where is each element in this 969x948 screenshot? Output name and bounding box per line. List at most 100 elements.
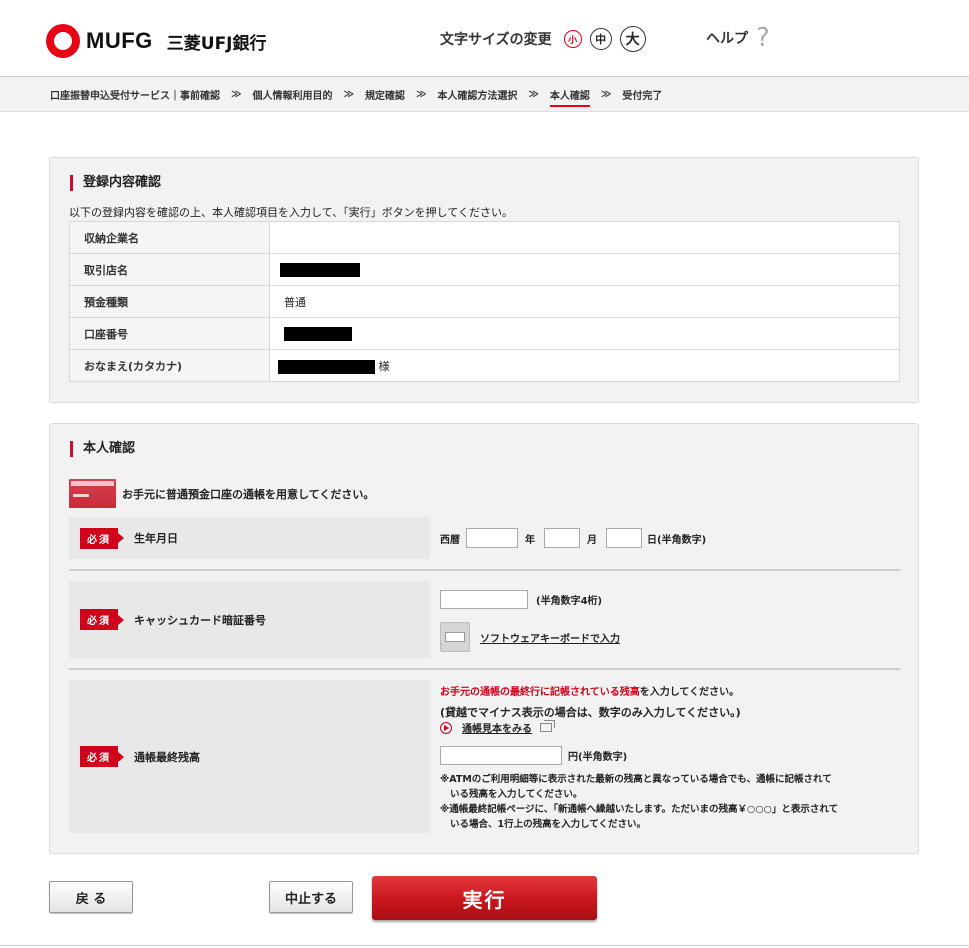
back-button[interactable]: 戻 る bbox=[49, 881, 133, 913]
balance-note-atm: ※ATMのご利用明細等に表示された最新の残高と異なっている場合でも、通帳に記帳さ… bbox=[440, 772, 900, 802]
pin-input[interactable] bbox=[440, 590, 528, 609]
font-size-label: 文字サイズの変更 bbox=[440, 32, 552, 48]
breadcrumb-item-terms: 規定確認 bbox=[364, 90, 405, 102]
birthdate-label: 生年月日 bbox=[134, 532, 178, 545]
row-value-account-type: 普通 bbox=[269, 285, 900, 318]
table-row: 収納企業名 bbox=[69, 221, 900, 254]
breadcrumb-item-method: 本人確認方法選択 bbox=[437, 90, 518, 102]
birth-day-input[interactable] bbox=[606, 528, 642, 548]
font-size-large-button[interactable]: 大 bbox=[619, 26, 646, 52]
required-badge: 必須 bbox=[80, 527, 124, 549]
pin-row: 必須 キャッシュカード暗証番号 (半角数字4桁) ソフトウェアキーボードで入力 bbox=[69, 581, 900, 658]
redacted-block bbox=[280, 262, 360, 277]
passbook-note: お手元に普通預金口座の通帳を用意してください。 bbox=[122, 487, 375, 501]
row-label-company: 収納企業名 bbox=[69, 221, 270, 254]
help-label: ヘルプ bbox=[706, 31, 748, 47]
bank-name: 三菱UFJ銀行 bbox=[166, 33, 267, 54]
keyboard-icon[interactable] bbox=[440, 622, 470, 652]
breadcrumb: 口座振替申込受付サービス｜事前確認 ≫ 個人情報利用目的 ≫ 規定確認 ≫ 本人… bbox=[0, 76, 969, 112]
passbook-notice: お手元に普通預金口座の通帳を用意してください。 bbox=[69, 479, 374, 508]
day-unit: 日(半角数字) bbox=[647, 534, 707, 546]
breadcrumb-separator-icon: ≫ bbox=[231, 88, 242, 100]
passbook-image-icon bbox=[69, 479, 116, 508]
row-value-account-number bbox=[269, 317, 900, 350]
birthdate-inputs: 西暦 年 月 日(半角数字) bbox=[440, 517, 900, 559]
birth-year-input[interactable] bbox=[466, 528, 518, 548]
breadcrumb-item-identity-current: 本人確認 bbox=[549, 87, 590, 107]
row-value-branch bbox=[269, 253, 900, 286]
divider bbox=[69, 668, 900, 670]
registration-panel: 登録内容確認 以下の登録内容を確認の上、本人確認項目を入力して、「実行」ボタンを… bbox=[49, 157, 919, 403]
redacted-block bbox=[278, 359, 375, 374]
balance-unit: 円(半角数字) bbox=[568, 752, 628, 763]
breadcrumb-separator-icon: ≫ bbox=[528, 88, 539, 100]
table-row: 口座番号 bbox=[69, 317, 900, 350]
pin-inputs: (半角数字4桁) ソフトウェアキーボードで入力 bbox=[440, 581, 900, 658]
birth-month-input[interactable] bbox=[544, 528, 580, 548]
breadcrumb-item-privacy: 個人情報利用目的 bbox=[252, 90, 333, 102]
font-size-switcher: 文字サイズの変更 小 中 大 bbox=[440, 26, 654, 52]
note-line: いる場合、1行上の残高を入力してください。 bbox=[450, 819, 647, 830]
execute-button[interactable]: 実行 bbox=[372, 876, 597, 920]
pin-label: キャッシュカード暗証番号 bbox=[134, 613, 266, 627]
breadcrumb-separator-icon: ≫ bbox=[415, 88, 427, 100]
mufg-logo-mark-icon bbox=[46, 24, 80, 58]
month-unit: 月 bbox=[587, 534, 597, 546]
row-label-account-number: 口座番号 bbox=[69, 317, 270, 350]
balance-label: 通帳最終残高 bbox=[134, 750, 200, 764]
header: MUFG 三菱UFJ銀行 文字サイズの変更 小 中 大 ヘルプ ? bbox=[0, 0, 969, 76]
redacted-block bbox=[284, 326, 352, 341]
balance-row: 必須 通帳最終残高 お手元の通帳の最終行に記帳されている残高を入力してください。… bbox=[69, 680, 900, 833]
cancel-button[interactable]: 中止する bbox=[269, 881, 353, 913]
note-line: ※通帳最終記帳ページに、「新通帳へ繰越いたします。ただいまの残高￥○○○」と表示… bbox=[440, 804, 839, 815]
balance-note-carryover: ※通帳最終記帳ページに、「新通帳へ繰越いたします。ただいまの残高￥○○○」と表示… bbox=[440, 802, 900, 832]
balance-inputs: お手元の通帳の最終行に記帳されている残高を入力してください。 (貸越でマイナス表… bbox=[440, 680, 900, 833]
row-value-name: 様 bbox=[269, 349, 900, 382]
required-badge: 必須 bbox=[80, 609, 124, 630]
breadcrumb-item-complete: 受付完了 bbox=[622, 90, 663, 102]
pin-hint: (半角数字4桁) bbox=[536, 596, 603, 607]
note-line: いる残高を入力してください。 bbox=[450, 789, 583, 800]
pin-label-cell: 必須 キャッシュカード暗証番号 bbox=[69, 581, 430, 658]
table-row: 取引店名 bbox=[69, 253, 900, 286]
overdraft-note: (貸越でマイナス表示の場合は、数字のみ入力してください。) bbox=[440, 706, 741, 719]
note-line: ※ATMのご利用明細等に表示された最新の残高と異なっている場合でも、通帳に記帳さ… bbox=[440, 774, 832, 785]
birthdate-label-cell: 必須 生年月日 bbox=[69, 517, 430, 559]
row-label-account-type: 預金種類 bbox=[69, 285, 270, 318]
registration-title: 登録内容確認 bbox=[70, 175, 161, 191]
identity-panel: 本人確認 お手元に普通預金口座の通帳を用意してください。 必須 生年月日 西暦 … bbox=[49, 423, 919, 854]
font-size-small-button[interactable]: 小 bbox=[563, 30, 582, 48]
table-row: おなまえ(カタカナ) 様 bbox=[69, 349, 900, 382]
balance-input[interactable] bbox=[440, 746, 562, 765]
help-link[interactable]: ヘルプ ? bbox=[706, 24, 770, 52]
balance-instruction-highlight: お手元の通帳の最終行に記帳されている残高 bbox=[440, 687, 640, 698]
required-badge: 必須 bbox=[80, 746, 124, 767]
breadcrumb-separator-icon: ≫ bbox=[600, 88, 612, 100]
breadcrumb-item-precheck: 口座振替申込受付サービス｜事前確認 bbox=[50, 90, 220, 102]
balance-instruction-rest: を入力してください。 bbox=[639, 687, 740, 698]
help-question-icon: ? bbox=[756, 23, 770, 53]
era-label: 西暦 bbox=[440, 534, 460, 546]
birthdate-row: 必須 生年月日 西暦 年 月 日(半角数字) bbox=[69, 517, 900, 559]
balance-instruction: お手元の通帳の最終行に記帳されている残高を入力してください。 bbox=[440, 683, 739, 698]
registration-description: 以下の登録内容を確認の上、本人確認項目を入力して、「実行」ボタンを押してください… bbox=[69, 206, 513, 219]
identity-title: 本人確認 bbox=[70, 441, 135, 457]
balance-label-cell: 必須 通帳最終残高 bbox=[69, 680, 430, 833]
year-unit: 年 bbox=[525, 534, 535, 546]
table-row: 預金種類 普通 bbox=[69, 285, 900, 318]
passbook-sample-link-row[interactable]: 通帳見本をみる bbox=[440, 720, 555, 735]
font-size-medium-button[interactable]: 中 bbox=[589, 28, 612, 50]
registration-table: 収納企業名 取引店名 預金種類 普通 口座番号 おなまえ(カタカナ) 様 bbox=[69, 221, 900, 382]
software-keyboard-link[interactable]: ソフトウェアキーボードで入力 bbox=[480, 630, 620, 645]
name-suffix: 様 bbox=[378, 359, 390, 373]
passbook-sample-link[interactable]: 通帳見本をみる bbox=[462, 720, 532, 735]
new-window-icon bbox=[540, 720, 555, 732]
play-circle-icon bbox=[440, 721, 452, 734]
row-value-company bbox=[269, 221, 900, 254]
mufg-logo[interactable]: MUFG 三菱UFJ銀行 bbox=[46, 24, 267, 58]
breadcrumb-separator-icon: ≫ bbox=[343, 88, 354, 100]
divider bbox=[69, 569, 900, 571]
row-label-branch: 取引店名 bbox=[69, 253, 270, 286]
logo-text: MUFG bbox=[86, 28, 153, 53]
row-label-name: おなまえ(カタカナ) bbox=[69, 349, 270, 382]
